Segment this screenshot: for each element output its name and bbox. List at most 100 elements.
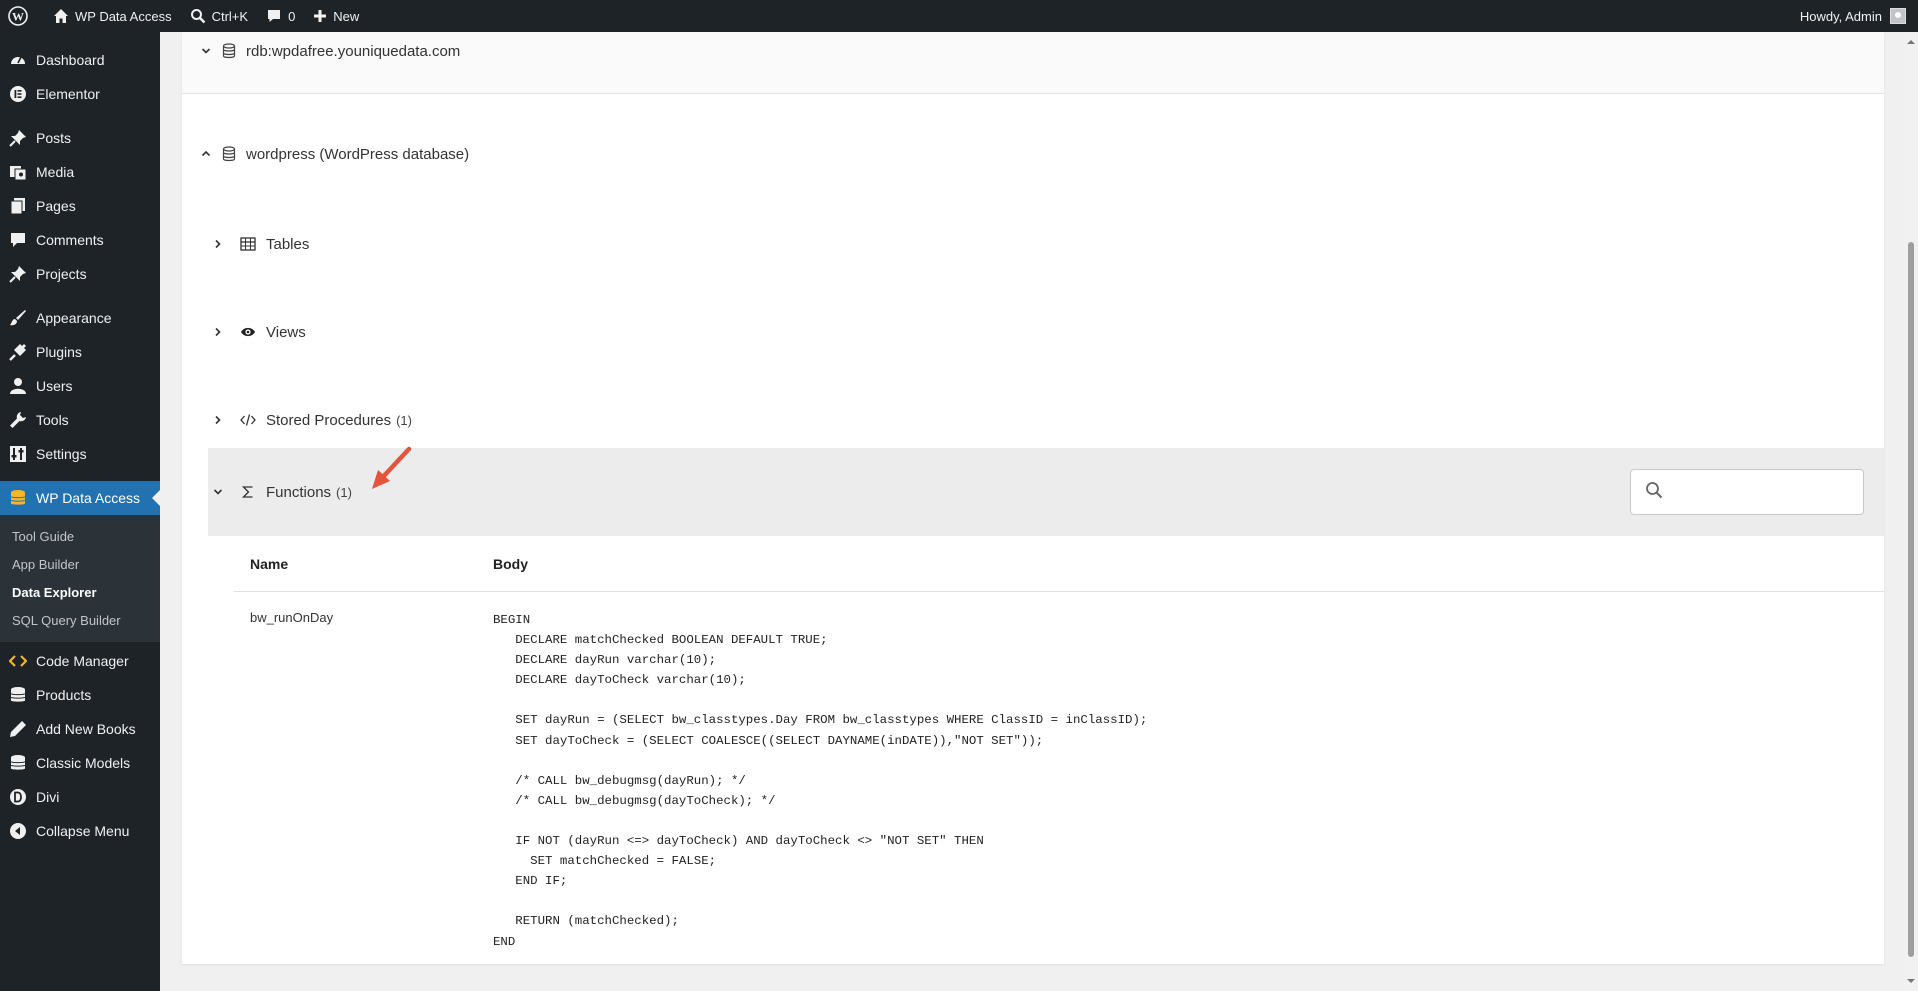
- sidebar-item-label: Code Manager: [36, 653, 129, 669]
- submenu-app-builder[interactable]: App Builder: [0, 550, 160, 578]
- sidebar-item-label: Appearance: [36, 310, 112, 326]
- site-name-link[interactable]: WP Data Access: [44, 0, 181, 32]
- sidebar-item-users[interactable]: Users: [0, 369, 160, 403]
- database-row-wordpress[interactable]: wordpress (WordPress database): [182, 136, 1884, 172]
- collapse-menu-button[interactable]: Collapse Menu: [0, 814, 160, 848]
- svg-text:W: W: [12, 10, 24, 24]
- search-input[interactable]: [1671, 472, 1863, 512]
- greeting: Howdy, Admin: [1799, 8, 1882, 24]
- sidebar-item-code-manager[interactable]: Code Manager: [0, 644, 160, 678]
- scroll-up-icon[interactable]: [1907, 36, 1915, 44]
- scroll-down-icon[interactable]: [1907, 979, 1915, 987]
- account-menu[interactable]: Howdy, Admin: [1800, 8, 1918, 24]
- admin-bar: W WP Data Access Ctrl+K 0 New Howdy, Adm…: [0, 0, 1918, 32]
- sidebar-item-label: Products: [36, 687, 92, 703]
- sidebar-item-tools[interactable]: Tools: [0, 403, 160, 437]
- chevron-down-icon[interactable]: [196, 46, 216, 56]
- submenu-data-explorer[interactable]: Data Explorer: [0, 578, 160, 606]
- search-shortcut-button[interactable]: Ctrl+K: [181, 0, 257, 32]
- new-label: New: [333, 8, 360, 24]
- section-functions[interactable]: Functions (1): [208, 448, 1884, 536]
- sidebar-item-appearance[interactable]: Appearance: [0, 301, 160, 335]
- divi-icon: [8, 787, 28, 807]
- sidebar-item-label: Dashboard: [36, 52, 105, 68]
- site-name: WP Data Access: [75, 8, 172, 24]
- code-icon: [8, 651, 28, 671]
- sidebar-item-label: Tools: [36, 412, 69, 428]
- sidebar-item-label: Add New Books: [36, 721, 136, 737]
- sigma-icon: [238, 485, 258, 499]
- table-row[interactable]: bw_runOnDay BEGIN DECLARE matchChecked B…: [234, 592, 1884, 952]
- search-icon: [190, 9, 205, 24]
- function-search: [1630, 469, 1864, 515]
- search-shortcut-label: Ctrl+K: [211, 8, 249, 24]
- sidebar-item-projects[interactable]: Projects: [0, 257, 160, 291]
- section-label: Stored Procedures: [266, 411, 392, 429]
- code-icon: [238, 413, 258, 427]
- plus-icon: [314, 10, 327, 22]
- sidebar-item-plugins[interactable]: Plugins: [0, 335, 160, 369]
- database-row-remote[interactable]: rdb:wpdafree.youniquedata.com: [182, 32, 1884, 94]
- sidebar-item-label: Comments: [36, 232, 104, 248]
- sidebar-item-dashboard[interactable]: Dashboard: [0, 43, 160, 77]
- sidebar-item-label: Posts: [36, 130, 72, 146]
- sidebar-submenu: Tool Guide App Builder Data Explorer SQL…: [0, 515, 160, 642]
- chevron-right-icon[interactable]: [208, 327, 228, 337]
- elementor-icon: [8, 84, 28, 104]
- sidebar-item-label: Users: [36, 378, 73, 394]
- eye-icon: [238, 326, 258, 338]
- database-icon: [222, 43, 236, 59]
- sidebar-item-wp-data-access[interactable]: WP Data Access: [0, 481, 160, 515]
- section-tables[interactable]: Tables: [208, 226, 1884, 262]
- section-stored-procedures[interactable]: Stored Procedures (1): [208, 402, 1884, 438]
- new-content-button[interactable]: New: [304, 0, 368, 32]
- sidebar-item-pages[interactable]: Pages: [0, 189, 160, 223]
- sidebar-item-divi[interactable]: Divi: [0, 780, 160, 814]
- brush-icon: [8, 308, 28, 328]
- sidebar-item-add-new-books[interactable]: Add New Books: [0, 712, 160, 746]
- comments-link[interactable]: 0: [257, 0, 304, 32]
- section-views[interactable]: Views: [208, 314, 1884, 350]
- chevron-right-icon[interactable]: [208, 415, 228, 425]
- pages-icon: [8, 196, 28, 216]
- chevron-down-icon[interactable]: [208, 487, 228, 497]
- sidebar-item-classic-models[interactable]: Classic Models: [0, 746, 160, 780]
- sidebar-item-settings[interactable]: Settings: [0, 437, 160, 471]
- section-count: (1): [396, 412, 412, 428]
- sidebar-item-label: Media: [36, 164, 75, 180]
- media-icon: [8, 162, 28, 182]
- sidebar-item-label: Projects: [36, 266, 87, 282]
- sidebar-separator: [0, 291, 160, 301]
- sidebar-item-comments[interactable]: Comments: [0, 223, 160, 257]
- sidebar-item-products[interactable]: Products: [0, 678, 160, 712]
- collapse-icon: [8, 821, 28, 841]
- sidebar-item-label: Settings: [36, 446, 87, 462]
- functions-table: Name Body bw_runOnDay BEGIN DECLARE matc…: [234, 536, 1884, 952]
- chevron-right-icon[interactable]: [208, 239, 228, 249]
- sidebar-item-elementor[interactable]: Elementor: [0, 77, 160, 111]
- sidebar-item-posts[interactable]: Posts: [0, 121, 160, 155]
- sidebar-item-label: Plugins: [36, 344, 82, 360]
- database-icon: [222, 146, 236, 162]
- comment-icon: [268, 10, 281, 22]
- function-name: bw_runOnDay: [250, 610, 334, 625]
- submenu-sql-query-builder[interactable]: SQL Query Builder: [0, 606, 160, 634]
- section-label: Tables: [266, 235, 310, 253]
- wordpress-logo-icon[interactable]: W: [0, 0, 44, 32]
- scrollbar-thumb[interactable]: [1908, 242, 1914, 957]
- chevron-up-icon[interactable]: [196, 149, 216, 159]
- column-header-body[interactable]: Body: [493, 556, 528, 572]
- page-scrollbar[interactable]: [1904, 32, 1918, 991]
- section-label: Views: [266, 323, 306, 341]
- avatar: [1890, 8, 1906, 24]
- sidebar-item-media[interactable]: Media: [0, 155, 160, 189]
- submenu-tool-guide[interactable]: Tool Guide: [0, 522, 160, 550]
- sidebar-separator: [0, 471, 160, 481]
- sidebar-item-label: Divi: [36, 789, 60, 805]
- search-icon: [1645, 481, 1663, 503]
- column-header-name[interactable]: Name: [234, 556, 493, 572]
- comment-icon: [8, 230, 28, 250]
- sidebar-item-label: Classic Models: [36, 755, 131, 771]
- sidebar-item-label: WP Data Access: [36, 490, 141, 506]
